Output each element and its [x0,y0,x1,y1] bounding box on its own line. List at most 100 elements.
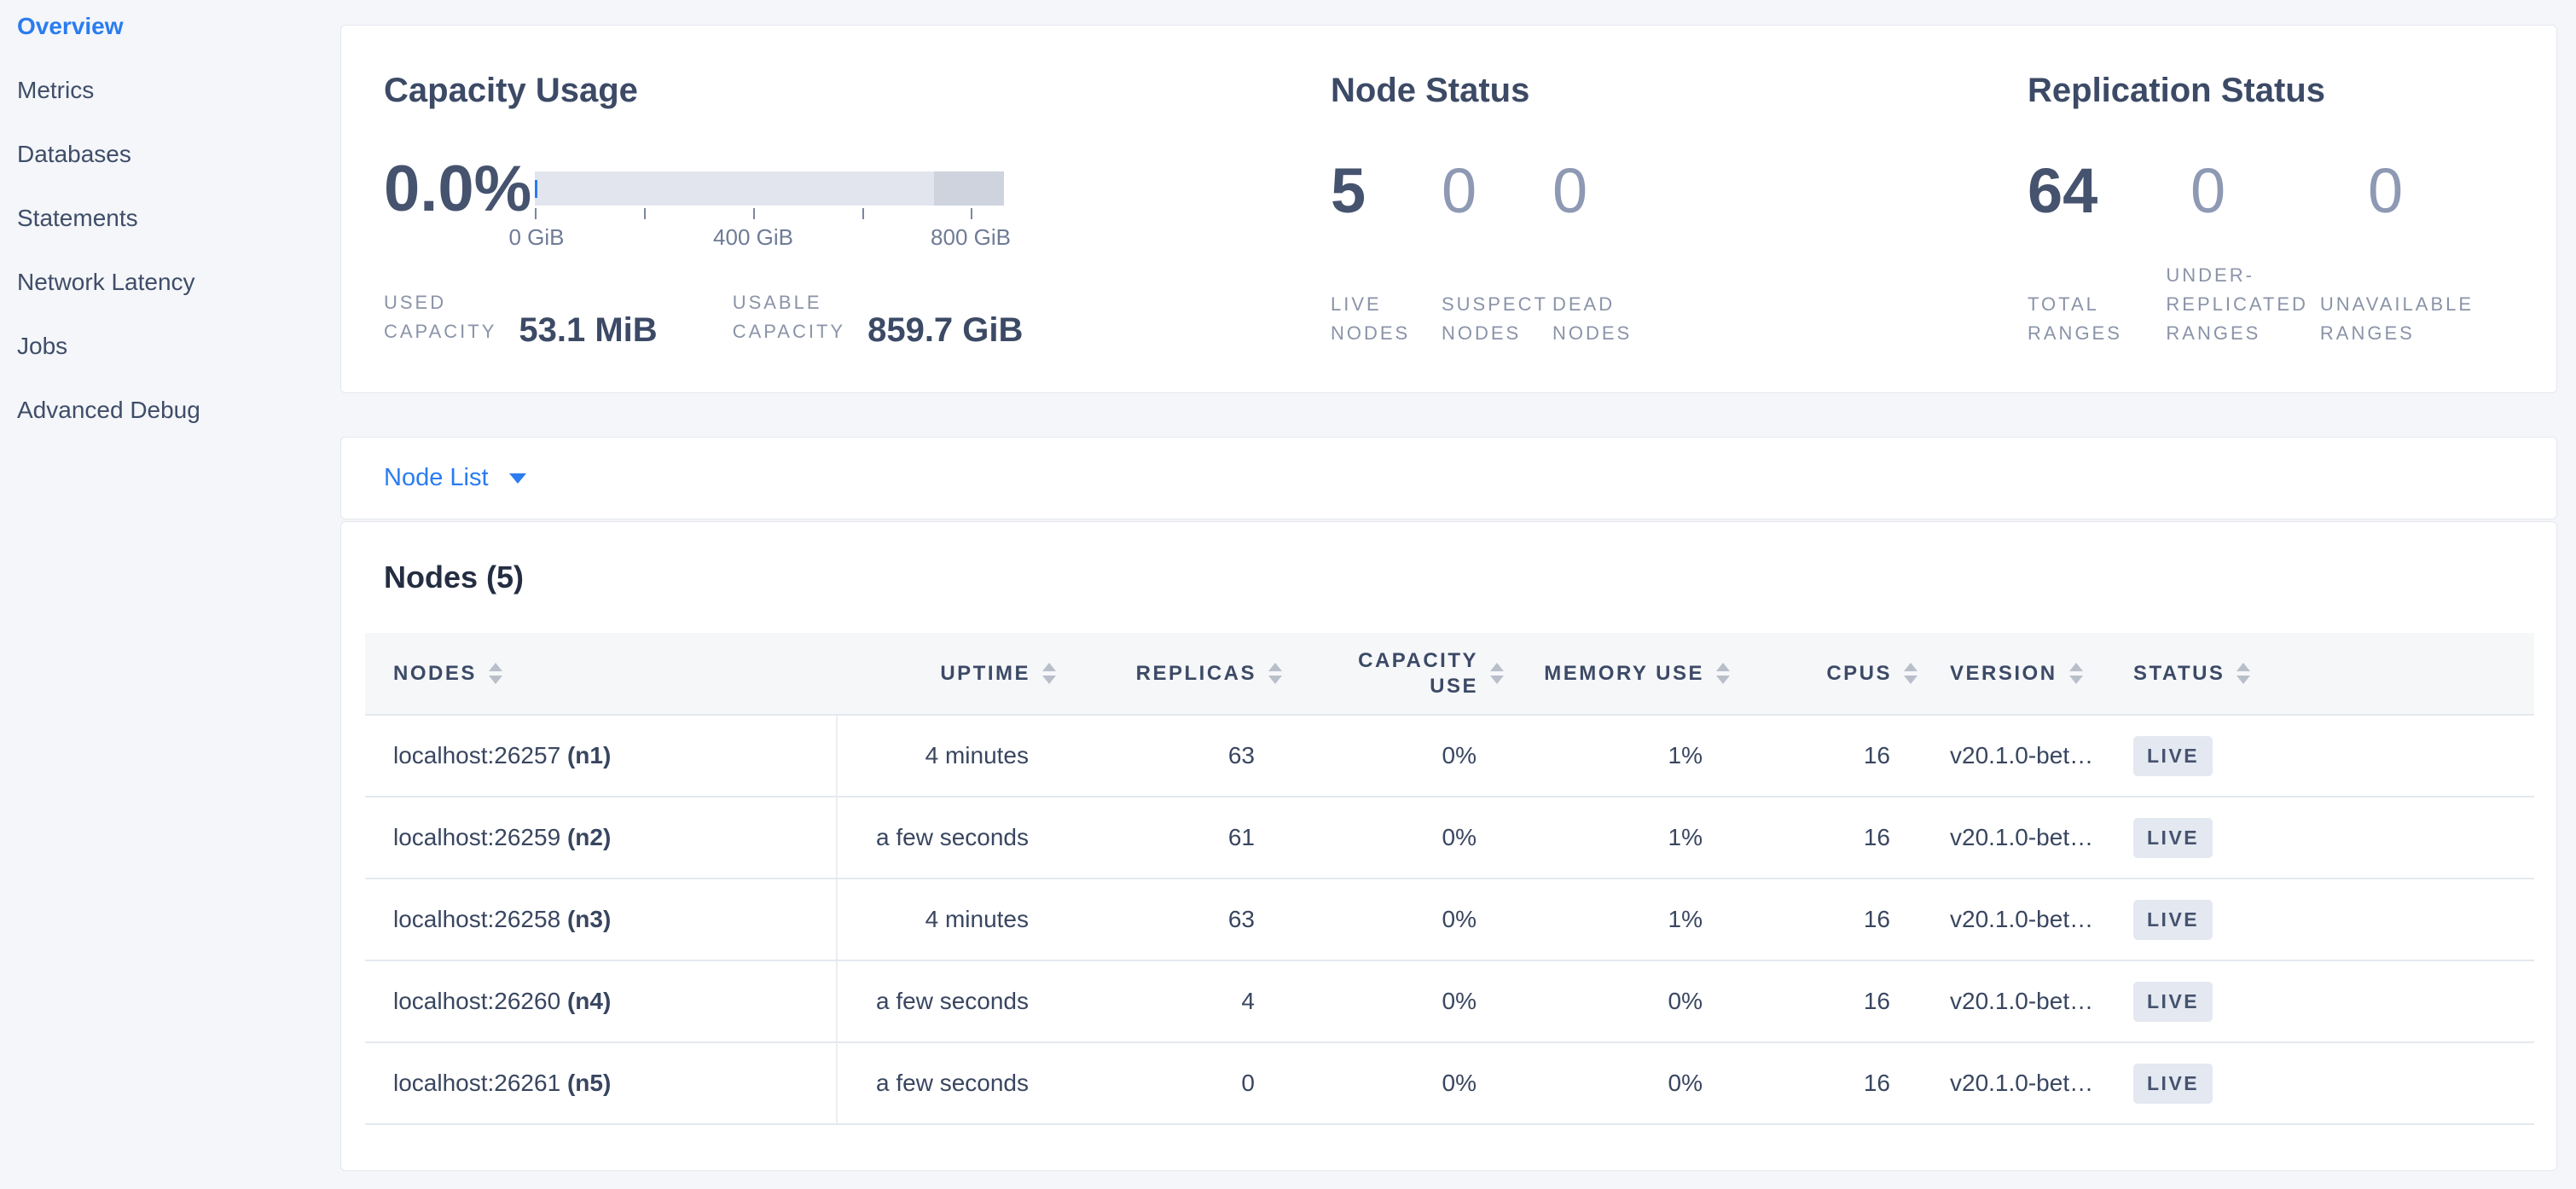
table-row-n4[interactable]: localhost:26260 (n4) a few seconds 4 0% … [365,960,2534,1042]
column-header-uptime[interactable]: UPTIME [837,633,1029,715]
capacity-percent: 0.0% [384,155,531,223]
node-list-dropdown[interactable]: Node List [341,438,2556,519]
node-id: (n2) [567,824,611,850]
suspect-nodes-value: 0 [1442,157,1552,225]
cpus-cell: 16 [1703,1042,1890,1124]
uptime-cell: a few seconds [837,960,1029,1042]
cluster-summary-card: Capacity Usage 0.0% 0 GiB 400 GiB 800 Gi… [340,25,2557,393]
sidebar-item-jobs[interactable]: Jobs [17,334,340,359]
uptime-cell: a few seconds [837,1042,1029,1124]
replication-values: 64 0 0 [2028,157,2403,225]
memory-use-cell: 1% [1477,879,1703,960]
under-replicated-ranges-label: UNDER-REPLICATED RANGES [2166,261,2320,348]
total-ranges-label: TOTAL RANGES [2028,290,2166,348]
node-id: (n4) [567,988,611,1014]
replicas-cell: 63 [1029,879,1255,960]
cpus-cell: 16 [1703,879,1890,960]
node-id: (n1) [567,742,611,768]
sidebar-item-network-latency[interactable]: Network Latency [17,270,340,295]
status-badge: LIVE [2133,982,2213,1022]
view-selector-card: Node List [340,437,2557,519]
capacity-use-cell: 0% [1255,1042,1477,1124]
sidebar-item-databases[interactable]: Databases [17,142,340,167]
replication-labels: TOTAL RANGES UNDER-REPLICATED RANGES UNA… [2028,261,2548,348]
column-header-status[interactable]: STATUS [2133,633,2534,715]
column-header-memory-use[interactable]: MEMORY USE [1477,633,1703,715]
cpus-cell: 16 [1703,797,1890,879]
node-status-labels: LIVE NODES SUSPECT NODES DEAD NODES [1331,261,1663,348]
sort-icon [2069,663,2083,684]
version-cell: v20.1.0-bet… [1890,960,2133,1042]
under-replicated-ranges-value: 0 [2190,157,2368,225]
node-status-section: Node Status 5 0 0 LIVE NODES SUSPECT NOD… [1331,26,1996,392]
capacity-use-cell: 0% [1255,797,1477,879]
sidebar: Overview Metrics Databases Statements Ne… [0,0,340,461]
sort-icon [2237,663,2250,684]
memory-use-cell: 1% [1477,797,1703,879]
node-address[interactable]: localhost:26261 [393,1070,560,1096]
version-cell: v20.1.0-bet… [1890,715,2133,797]
axis-label-400gib: 400 GiB [713,224,793,251]
unavailable-ranges-label: UNAVAILABLE RANGES [2320,290,2548,348]
node-id: (n5) [567,1070,611,1096]
table-row-n2[interactable]: localhost:26259 (n2) a few seconds 61 0%… [365,797,2534,879]
replicas-cell: 4 [1029,960,1255,1042]
chevron-down-icon [509,473,526,484]
used-capacity-label: USED CAPACITY [384,288,496,346]
capacity-use-cell: 0% [1255,960,1477,1042]
replicas-cell: 0 [1029,1042,1255,1124]
suspect-nodes-label: SUSPECT NODES [1442,290,1552,348]
node-address[interactable]: localhost:26259 [393,824,560,850]
replicas-cell: 63 [1029,715,1255,797]
node-status-title: Node Status [1331,72,1529,110]
nodes-table-title: Nodes (5) [384,560,524,595]
used-capacity-stat: USED CAPACITY 53.1 MiB [384,288,658,346]
uptime-cell: 4 minutes [837,879,1029,960]
sort-icon [489,663,502,684]
memory-use-cell: 0% [1477,1042,1703,1124]
table-row-n5[interactable]: localhost:26261 (n5) a few seconds 0 0% … [365,1042,2534,1124]
replication-status-title: Replication Status [2028,72,2325,110]
status-badge: LIVE [2133,900,2213,940]
sidebar-item-statements[interactable]: Statements [17,206,340,231]
sort-icon [1716,663,1730,684]
uptime-cell: a few seconds [837,797,1029,879]
unavailable-ranges-value: 0 [2368,157,2403,225]
node-address[interactable]: localhost:26258 [393,906,560,932]
node-id: (n3) [567,906,611,932]
sidebar-item-advanced-debug[interactable]: Advanced Debug [17,397,340,423]
node-list-dropdown-label[interactable]: Node List [384,464,489,492]
cpus-cell: 16 [1703,960,1890,1042]
status-badge: LIVE [2133,736,2213,776]
capacity-axis-ticks [535,208,972,219]
node-address[interactable]: localhost:26257 [393,742,560,768]
live-nodes-label: LIVE NODES [1331,290,1442,348]
dead-nodes-value: 0 [1552,157,1663,225]
usable-capacity-label: USABLE CAPACITY [733,288,845,346]
column-header-capacity-use[interactable]: CAPACITY USE [1255,633,1477,715]
table-row-n3[interactable]: localhost:26258 (n3) 4 minutes 63 0% 1% … [365,879,2534,960]
sort-icon [1904,663,1917,684]
replication-status-section: Replication Status 64 0 0 TOTAL RANGES U… [2028,26,2548,392]
column-header-nodes[interactable]: NODES [365,633,837,715]
column-header-replicas[interactable]: REPLICAS [1029,633,1255,715]
column-header-version[interactable]: VERSION [1890,633,2133,715]
dead-nodes-label: DEAD NODES [1552,290,1663,348]
capacity-use-cell: 0% [1255,879,1477,960]
version-cell: v20.1.0-bet… [1890,1042,2133,1124]
status-badge: LIVE [2133,818,2213,858]
capacity-usage-title: Capacity Usage [384,72,638,110]
node-status-values: 5 0 0 [1331,157,1663,225]
capacity-bar-used-marker [535,180,537,198]
capacity-bar-chart [535,171,1004,206]
sidebar-item-metrics[interactable]: Metrics [17,78,340,103]
column-header-cpus[interactable]: CPUS [1703,633,1890,715]
node-address[interactable]: localhost:26260 [393,988,560,1014]
table-row-n1[interactable]: localhost:26257 (n1) 4 minutes 63 0% 1% … [365,715,2534,797]
capacity-axis-labels: 0 GiB 400 GiB 800 GiB [535,224,972,250]
capacity-stats: USED CAPACITY 53.1 MiB USABLE CAPACITY 8… [384,288,1023,346]
capacity-bar-track [535,171,1004,206]
version-cell: v20.1.0-bet… [1890,797,2133,879]
sort-icon [1268,663,1282,684]
sidebar-item-overview[interactable]: Overview [17,14,340,39]
